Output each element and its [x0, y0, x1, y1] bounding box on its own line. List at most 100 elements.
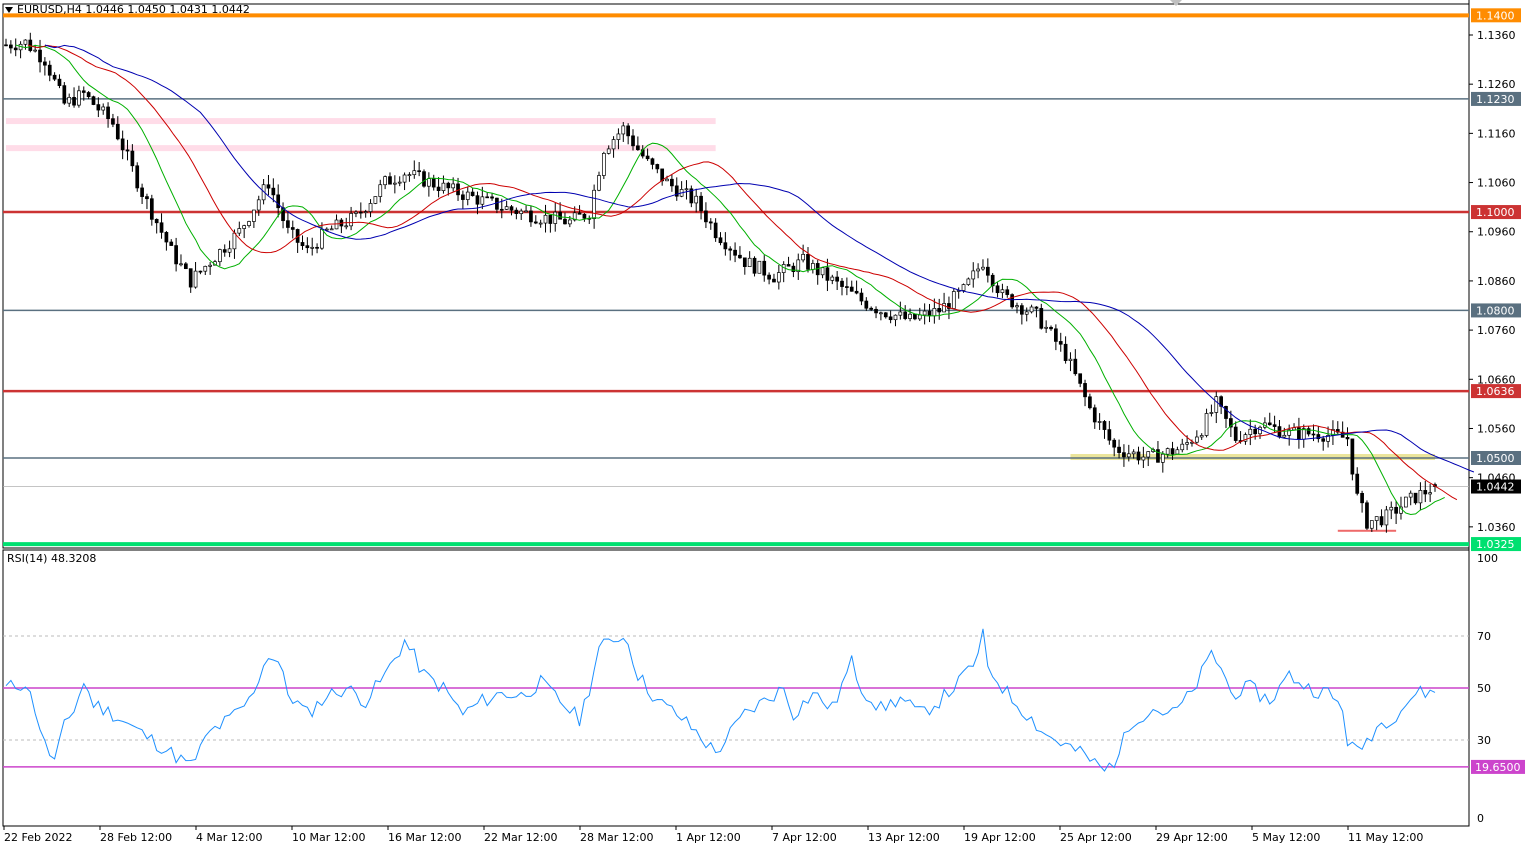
candle-body — [529, 210, 533, 223]
candle-body — [1418, 490, 1423, 504]
candle-body — [504, 206, 509, 210]
candle-body — [733, 249, 737, 256]
candle-body — [1272, 424, 1277, 427]
candle-body — [1413, 492, 1418, 504]
candle-body — [470, 191, 475, 197]
candle-body — [981, 266, 985, 270]
candle-body — [786, 264, 791, 267]
candle-body — [43, 61, 47, 66]
candle-body — [1020, 305, 1024, 315]
candle-body — [354, 211, 358, 214]
candle-body — [1233, 426, 1238, 441]
candle-body — [422, 171, 426, 187]
candle-body — [9, 44, 13, 49]
candle-body — [115, 123, 120, 140]
moving-average-1 — [27, 44, 1458, 501]
candle-body — [1010, 294, 1014, 308]
candle-body — [1160, 453, 1165, 463]
time-tick-label-6: 28 Mar 12:00 — [580, 831, 653, 844]
rsi-tick-label-0: 100 — [1477, 552, 1498, 565]
candle-body — [1306, 428, 1311, 435]
candle-body — [791, 265, 796, 272]
moving-average-0 — [15, 44, 1445, 516]
candle-body — [373, 196, 378, 204]
candle-body — [222, 249, 227, 253]
rsi-tick-label-3: 30 — [1477, 734, 1491, 747]
candle-body — [159, 222, 164, 233]
candle-body — [1117, 446, 1121, 453]
candle-body — [276, 194, 281, 209]
symbol-header: EURUSD,H4 1.0446 1.0450 1.0431 1.0442 — [5, 3, 250, 16]
time-tick-label-2: 4 Mar 12:00 — [196, 831, 262, 844]
candle-body — [1141, 456, 1146, 461]
price-tick-label-9: 1.0460 — [1477, 472, 1516, 485]
candle-body — [961, 284, 966, 291]
candle-body — [218, 249, 222, 263]
candle-body — [407, 174, 412, 177]
candle-body — [1175, 449, 1180, 455]
candle-body — [1058, 341, 1063, 345]
candle-body — [427, 178, 431, 187]
time-tick-label-1: 28 Feb 12:00 — [100, 831, 172, 844]
time-tick-label-11: 25 Apr 12:00 — [1060, 831, 1132, 844]
candle-body — [971, 270, 976, 280]
candle-body — [1078, 373, 1083, 384]
candle-body — [684, 188, 689, 191]
candle-body — [845, 286, 849, 288]
candle-body — [111, 118, 115, 125]
candle-body — [626, 125, 630, 137]
chart-container: 1.1400 1.1230 1.1000 1.0800 1.0636 1.0500 1.03… — [0, 0, 1526, 848]
candle-body — [854, 290, 859, 294]
candle-body — [1321, 438, 1326, 442]
moving-average-2 — [44, 44, 1475, 473]
candle-body — [655, 164, 660, 170]
scroll-marker-icon[interactable] — [1170, 0, 1182, 6]
candle-body — [358, 211, 363, 214]
candle-body — [101, 106, 106, 111]
candle-body — [1379, 516, 1384, 526]
candle-body — [140, 187, 144, 197]
candle-body — [747, 257, 752, 267]
candle-body — [290, 227, 295, 230]
candle-body — [320, 229, 324, 249]
candle-body — [38, 49, 42, 63]
candle-body — [825, 267, 830, 281]
candle-body — [752, 257, 757, 274]
candle-body — [33, 49, 38, 52]
candle-body — [917, 314, 922, 320]
collapse-triangle-icon[interactable] — [5, 7, 13, 13]
candle-body — [1345, 437, 1350, 440]
candle-body — [349, 213, 353, 227]
candle-body — [1083, 383, 1087, 398]
candle-body — [23, 39, 28, 45]
candle-body — [388, 176, 392, 185]
candle-body — [1369, 520, 1374, 529]
candle-body — [1015, 305, 1019, 308]
candle-body — [334, 219, 339, 230]
candle-body — [286, 220, 290, 228]
candle-body — [344, 225, 349, 228]
candle-body — [1180, 443, 1185, 451]
candle-body — [208, 264, 212, 267]
price-tick-label-4: 1.0960 — [1477, 226, 1516, 239]
candle-body — [606, 148, 611, 154]
candle-body — [937, 308, 942, 313]
time-tick-label-4: 16 Mar 12:00 — [388, 831, 461, 844]
level-tag-label-6: 1.0325 — [1476, 538, 1515, 551]
candle-body — [1374, 516, 1379, 521]
candle-body — [383, 176, 387, 186]
candle-body — [232, 232, 237, 250]
rsi-tick-label-4: 0 — [1477, 812, 1484, 825]
candle-body — [247, 221, 251, 226]
candle-body — [397, 181, 402, 184]
price-tick-label-8: 1.0560 — [1477, 422, 1516, 435]
candle-body — [820, 267, 825, 276]
candle-body — [149, 198, 154, 220]
candle-body — [1428, 492, 1432, 495]
candle-body — [767, 274, 771, 280]
candle-body — [62, 85, 67, 104]
candle-body — [1112, 439, 1117, 448]
candle-body — [806, 253, 810, 270]
candle-body — [616, 133, 621, 140]
candle-body — [1054, 328, 1058, 342]
